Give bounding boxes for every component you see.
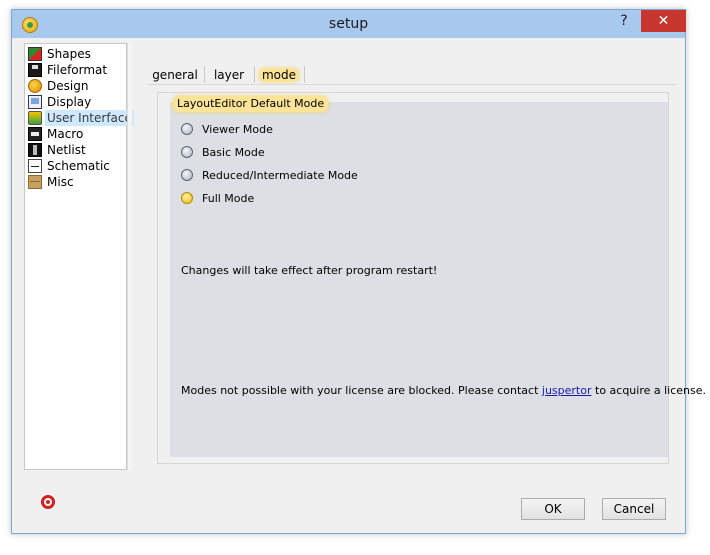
ok-button[interactable]: OK	[521, 498, 585, 520]
close-button[interactable]: ✕	[641, 10, 686, 32]
license-note: Modes not possible with your license are…	[181, 384, 706, 397]
sidebar-item-label: Display	[47, 95, 92, 109]
sidebar-item-fileformat[interactable]: Fileformat	[28, 62, 109, 78]
radio-circle-icon	[181, 146, 193, 158]
sidebar-item-schematic[interactable]: Schematic	[28, 158, 112, 174]
tab-layer[interactable]: layer	[205, 59, 253, 85]
display-icon	[28, 95, 42, 109]
tab-underline	[147, 84, 677, 85]
netlist-icon	[28, 143, 42, 157]
sidebar-item-shapes[interactable]: Shapes	[28, 46, 93, 62]
schematic-icon	[28, 159, 42, 173]
cancel-button[interactable]: Cancel	[602, 498, 666, 520]
misc-icon	[28, 175, 42, 189]
help-button[interactable]: ?	[609, 10, 639, 32]
radio-full-mode[interactable]: Full Mode	[181, 191, 254, 207]
radio-reduced-intermediate-mode[interactable]: Reduced/Intermediate Mode	[181, 168, 358, 184]
sidebar-item-label: Schematic	[47, 159, 110, 173]
sidebar-item-label: Shapes	[47, 47, 91, 61]
radio-circle-icon	[181, 123, 193, 135]
fileformat-icon	[28, 63, 42, 77]
tab-divider	[304, 66, 305, 83]
sidebar-splitter[interactable]	[127, 43, 132, 470]
lifebuoy-help-icon[interactable]	[41, 495, 55, 509]
radio-viewer-mode[interactable]: Viewer Mode	[181, 122, 273, 138]
sidebar-item-misc[interactable]: Misc	[28, 174, 76, 190]
sidebar-item-label: Fileformat	[47, 63, 108, 77]
radio-label: Reduced/Intermediate Mode	[202, 169, 358, 182]
window-title: setup	[328, 16, 369, 32]
radio-label: Viewer Mode	[202, 123, 273, 136]
tab-label: general	[152, 68, 198, 82]
sidebar-item-user-interface[interactable]: User Interface	[28, 110, 134, 126]
shapes-icon	[28, 47, 42, 61]
title-bar[interactable]: setup ? ✕	[12, 10, 686, 38]
sidebar-item-netlist[interactable]: Netlist	[28, 142, 88, 158]
sidebar-item-label: Misc	[47, 175, 74, 189]
restart-note: Changes will take effect after program r…	[181, 264, 438, 277]
license-note-text-end: to acquire a license.	[595, 384, 707, 397]
sidebar-item-label: User Interface	[45, 110, 134, 126]
group-title: LayoutEditor Default Mode	[173, 96, 329, 112]
dialog-body: Shapes Fileformat Design Display User In…	[15, 38, 706, 532]
juspertor-link[interactable]: juspertor	[542, 384, 592, 397]
radio-selected-icon	[181, 192, 193, 204]
radio-label: Basic Mode	[202, 146, 265, 159]
radio-circle-icon	[181, 169, 193, 181]
tab-general[interactable]: general	[147, 59, 203, 85]
radio-label: Full Mode	[202, 192, 255, 205]
design-icon	[28, 79, 42, 93]
sidebar-item-label: Netlist	[47, 143, 86, 157]
radio-basic-mode[interactable]: Basic Mode	[181, 145, 265, 161]
tab-label: mode	[258, 68, 300, 82]
settings-panel: general layer mode LayoutEditor Default …	[137, 38, 706, 470]
sidebar-item-macro[interactable]: Macro	[28, 126, 85, 142]
setup-dialog: setup ? ✕ Shapes Fileformat Design Displ…	[11, 9, 706, 534]
tab-label: layer	[213, 68, 245, 82]
sidebar-item-design[interactable]: Design	[28, 78, 90, 94]
sidebar-item-display[interactable]: Display	[28, 94, 93, 110]
macro-icon	[28, 127, 42, 141]
sidebar-item-label: Macro	[47, 127, 84, 141]
user-interface-icon	[28, 111, 42, 125]
license-note-text: Modes not possible with your license are…	[181, 384, 539, 397]
tab-mode[interactable]: mode	[255, 59, 303, 85]
category-list: Shapes Fileformat Design Display User In…	[24, 43, 134, 470]
sidebar-item-label: Design	[47, 79, 89, 93]
